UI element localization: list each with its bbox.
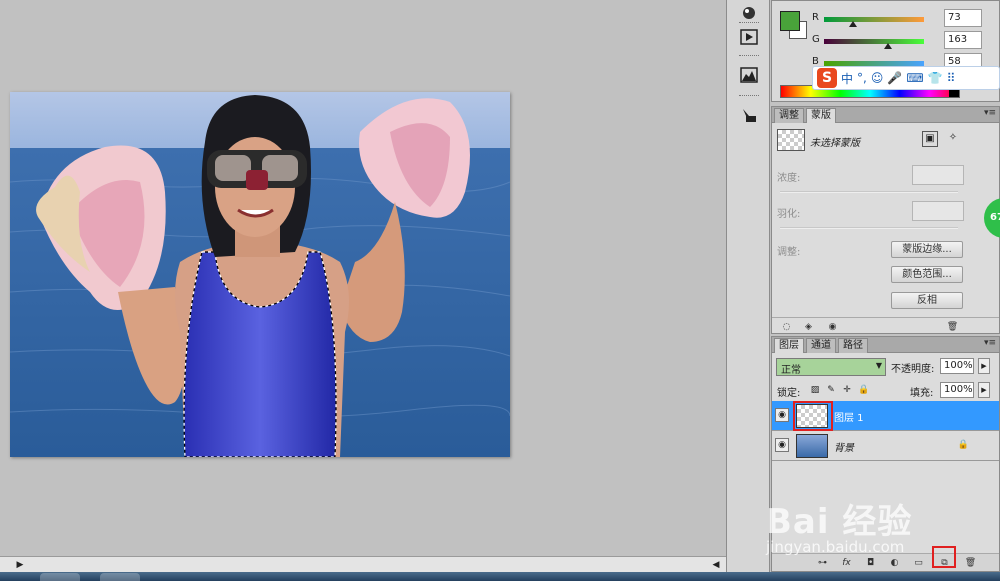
scroll-left-icon[interactable]: ▶ bbox=[14, 559, 26, 571]
ime-punctuation-icon[interactable]: °, bbox=[857, 71, 867, 85]
mask-thumbnail bbox=[777, 129, 805, 151]
taskbar-button[interactable] bbox=[100, 573, 140, 581]
opacity-stepper-icon[interactable]: ▶ bbox=[978, 358, 990, 374]
ime-toolbar[interactable]: S 中 °, ☺ 🎤 ⌨ 👕 ⠿ bbox=[812, 66, 1000, 90]
pixel-mask-icon[interactable]: ▣ bbox=[922, 131, 938, 147]
fill-label: 填充: bbox=[910, 388, 934, 399]
mask-edge-button[interactable]: 蒙版边缘... bbox=[891, 241, 963, 258]
play-action-icon[interactable] bbox=[737, 26, 761, 48]
layer-name[interactable]: 图层 1 bbox=[834, 409, 864, 424]
opacity-label: 不透明度: bbox=[891, 364, 935, 375]
lock-icon: 🔒 bbox=[957, 440, 969, 450]
green-label: G bbox=[812, 34, 820, 45]
dock-divider bbox=[739, 22, 759, 23]
delete-mask-icon[interactable]: 🗑 bbox=[946, 321, 959, 333]
mask-panel-footer: ◌ ◈ ◉ 🗑 bbox=[772, 317, 999, 333]
document-canvas[interactable] bbox=[0, 0, 726, 556]
green-slider[interactable]: G 163 bbox=[812, 31, 992, 51]
blend-mode-select[interactable]: 正常 ▼ bbox=[776, 358, 886, 376]
new-group-icon[interactable]: ▭ bbox=[912, 557, 925, 569]
histogram-icon[interactable] bbox=[737, 64, 761, 86]
add-mask-icon[interactable]: ◘ bbox=[864, 557, 877, 569]
ime-menu-icon[interactable]: ⠿ bbox=[947, 71, 956, 85]
feather-field[interactable] bbox=[912, 201, 964, 221]
red-track[interactable] bbox=[824, 17, 924, 22]
new-layer-highlight bbox=[932, 546, 956, 568]
chevron-down-icon: ▼ bbox=[875, 361, 882, 370]
tab-paths[interactable]: 路径 bbox=[838, 338, 868, 353]
apply-mask-icon[interactable]: ◈ bbox=[802, 321, 815, 333]
tab-layers[interactable]: 图层 bbox=[774, 338, 804, 353]
layers-panel-tabs: 图层 通道 路径 ▾≡ bbox=[772, 337, 999, 353]
tab-masks[interactable]: 蒙版 bbox=[806, 108, 836, 123]
delete-layer-icon[interactable]: 🗑 bbox=[964, 557, 977, 569]
layers-panel-footer: ⊶ fx ◘ ◐ ▭ ⧉ 🗑 bbox=[772, 553, 999, 571]
tools-icon[interactable] bbox=[737, 104, 761, 126]
scroll-right-icon[interactable]: ◀ bbox=[710, 559, 722, 571]
foreground-swatch[interactable] bbox=[780, 11, 800, 31]
lock-label: 锁定: bbox=[777, 388, 801, 399]
ime-emoji-icon[interactable]: ☺ bbox=[871, 71, 884, 85]
sogou-logo-icon[interactable]: S bbox=[817, 68, 837, 88]
layer-name[interactable]: 背景 bbox=[834, 439, 854, 454]
layer-thumbnail bbox=[796, 434, 828, 458]
green-value[interactable]: 163 bbox=[944, 31, 982, 49]
fill-stepper-icon[interactable]: ▶ bbox=[978, 382, 990, 398]
color-icon[interactable] bbox=[737, 2, 761, 24]
lock-transparent-icon[interactable]: ▨ bbox=[810, 385, 820, 395]
eye-icon[interactable]: ◉ bbox=[775, 408, 789, 422]
red-value[interactable]: 73 bbox=[944, 9, 982, 27]
adjustment-layer-icon[interactable]: ◐ bbox=[888, 557, 901, 569]
layer-row-background[interactable]: ◉ 背景 🔒 bbox=[772, 431, 999, 461]
photo-image bbox=[10, 92, 510, 457]
density-field[interactable] bbox=[912, 165, 964, 185]
eye-icon[interactable]: ◉ bbox=[775, 438, 789, 452]
link-layers-icon[interactable]: ⊶ bbox=[816, 557, 829, 569]
thumbnail-highlight bbox=[793, 401, 833, 431]
dock-divider bbox=[739, 95, 759, 96]
mask-status-label: 未选择蒙版 bbox=[810, 138, 860, 149]
layers-panel: 图层 通道 路径 ▾≡ 正常 ▼ 不透明度: 100% ▶ 锁定: ▨ ✎ ✛ … bbox=[771, 336, 1000, 572]
lock-all-icon[interactable]: 🔒 bbox=[858, 385, 869, 395]
panel-menu-icon[interactable]: ▾≡ bbox=[984, 108, 996, 118]
red-slider[interactable]: R 73 bbox=[812, 9, 992, 29]
dock-divider bbox=[739, 55, 759, 56]
ime-chinese-mode[interactable]: 中 bbox=[841, 70, 853, 87]
horizontal-scrollbar[interactable]: ▶ ◀ bbox=[0, 556, 726, 572]
opacity-input[interactable]: 100% bbox=[940, 358, 974, 374]
panel-menu-icon[interactable]: ▾≡ bbox=[984, 338, 996, 348]
density-slider[interactable] bbox=[780, 191, 958, 193]
tab-adjustments[interactable]: 调整 bbox=[774, 108, 804, 123]
vector-mask-icon[interactable]: ✧ bbox=[945, 131, 961, 147]
red-thumb[interactable] bbox=[848, 21, 857, 27]
ime-voice-icon[interactable]: 🎤 bbox=[887, 71, 902, 85]
disable-mask-icon[interactable]: ◉ bbox=[826, 321, 839, 333]
green-track[interactable] bbox=[824, 39, 924, 44]
panel-dock bbox=[726, 0, 770, 572]
lock-position-icon[interactable]: ✛ bbox=[842, 385, 852, 395]
taskbar-button[interactable] bbox=[40, 573, 80, 581]
masks-panel: 调整 蒙版 ▾≡ 未选择蒙版 ▣ ✧ 浓度: 羽化: 调整: 蒙版边缘... 颜… bbox=[771, 106, 1000, 334]
windows-taskbar bbox=[0, 572, 1000, 581]
adjust-label: 调整: bbox=[777, 247, 801, 258]
load-selection-icon[interactable]: ◌ bbox=[780, 321, 793, 333]
ime-keyboard-icon[interactable]: ⌨ bbox=[906, 71, 923, 85]
feather-slider[interactable] bbox=[780, 227, 958, 229]
fx-icon[interactable]: fx bbox=[840, 557, 853, 569]
green-thumb[interactable] bbox=[883, 43, 892, 49]
mask-panel-tabs: 调整 蒙版 ▾≡ bbox=[772, 107, 999, 123]
invert-button[interactable]: 反相 bbox=[891, 292, 963, 309]
color-range-button[interactable]: 颜色范围... bbox=[891, 266, 963, 283]
fill-input[interactable]: 100% bbox=[940, 382, 974, 398]
density-label: 浓度: bbox=[777, 173, 801, 184]
photo-document[interactable] bbox=[10, 92, 510, 457]
ime-skin-icon[interactable]: 👕 bbox=[928, 71, 943, 85]
tab-channels[interactable]: 通道 bbox=[806, 338, 836, 353]
feather-label: 羽化: bbox=[777, 209, 801, 220]
blend-mode-value: 正常 bbox=[781, 365, 801, 376]
lock-pixels-icon[interactable]: ✎ bbox=[826, 385, 836, 395]
red-label: R bbox=[812, 12, 819, 23]
